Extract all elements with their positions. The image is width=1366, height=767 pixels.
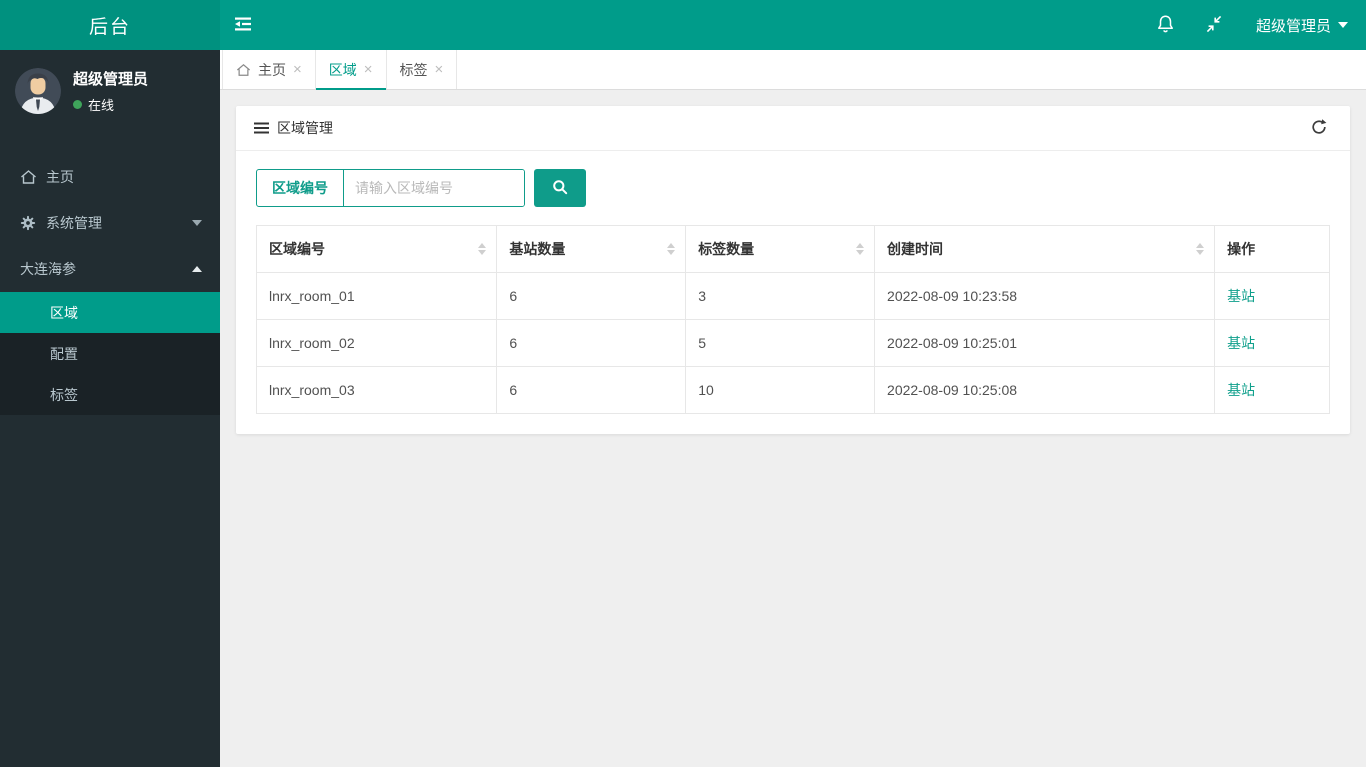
col-station-count: 基站数量	[496, 225, 687, 273]
sidebar-subitem-region[interactable]: 区域	[0, 292, 220, 333]
fullscreen-button[interactable]	[1190, 0, 1238, 50]
sidebar-item-dalian[interactable]: 大连海参	[0, 246, 220, 292]
refresh-icon	[1310, 118, 1328, 139]
sidebar-item-home[interactable]: 主页	[0, 154, 220, 200]
sidebar: 超级管理员 在线 主页 系统管理 大连海参 区域 配置 标签	[0, 50, 220, 767]
search-row: 区域编号	[256, 169, 1330, 207]
tab-label: 标签	[399, 61, 428, 78]
tab-label: 区域	[328, 61, 357, 78]
col-actions: 操作	[1214, 225, 1330, 273]
tab-tag[interactable]: 标签 ×	[387, 50, 458, 89]
sidebar-subitem-label: 标签	[50, 386, 78, 403]
compress-icon	[1205, 15, 1223, 36]
panel-header: 区域管理	[236, 106, 1350, 151]
list-icon	[254, 122, 269, 134]
cell-tag-count: 10	[685, 366, 876, 414]
col-tag-count: 标签数量	[685, 225, 876, 273]
sidebar-item-label: 主页	[46, 169, 74, 185]
navbar-right: 超级管理员	[1141, 0, 1366, 50]
avatar[interactable]	[15, 68, 61, 114]
navbar: 超级管理员	[220, 0, 1366, 50]
sidebar-item-system[interactable]: 系统管理	[0, 200, 220, 246]
cell-tag-count: 3	[685, 272, 876, 320]
user-menu[interactable]: 超级管理员	[1238, 0, 1366, 50]
close-icon[interactable]: ×	[435, 62, 444, 77]
main-content: 主页 × 区域 × 标签 × 区域管理 区域编号 请输入区域编号 区域编号 基站…	[220, 50, 1366, 767]
panel-body: 区域编号 区域编号	[236, 151, 1350, 434]
online-status-label: 在线	[88, 98, 115, 113]
gear-icon	[20, 215, 37, 231]
col-region-code: 区域编号	[255, 225, 498, 273]
sidebar-user-name: 超级管理员	[73, 71, 149, 88]
notifications-button[interactable]	[1141, 0, 1190, 50]
base-station-link[interactable]: 基站	[1227, 335, 1255, 351]
base-station-link[interactable]: 基站	[1227, 288, 1255, 304]
cell-station-count: 6	[496, 366, 687, 414]
cell-region-code: lnrx_room_02	[255, 319, 498, 367]
region-code-input[interactable]	[344, 170, 524, 206]
search-input-group: 区域编号	[256, 169, 525, 207]
bell-icon	[1156, 14, 1175, 37]
cell-region-code: lnrx_room_03	[255, 366, 498, 414]
caret-down-icon	[192, 220, 202, 226]
close-icon[interactable]: ×	[293, 62, 302, 77]
cell-station-count: 6	[496, 272, 687, 320]
top-header: 后台 超级管理员	[0, 0, 1366, 50]
sidebar-item-label: 系统管理	[46, 215, 102, 231]
sidebar-subitem-label: 配置	[50, 345, 78, 362]
sidebar-menu: 主页 系统管理 大连海参	[0, 154, 220, 292]
sidebar-user-status: 在线	[73, 95, 148, 114]
table-row: lnrx_room_01 6 3 2022-08-09 10:23:58 基站	[255, 272, 1330, 320]
brand-title: 后台	[88, 16, 131, 38]
search-icon	[552, 179, 568, 198]
tab-home[interactable]: 主页 ×	[222, 50, 316, 89]
sort-icon[interactable]	[667, 243, 676, 255]
cell-tag-count: 5	[685, 319, 876, 367]
brand-logo[interactable]: 后台	[0, 0, 220, 50]
sidebar-item-label: 大连海参	[20, 261, 76, 277]
base-station-link[interactable]: 基站	[1227, 382, 1255, 398]
table-header-row: 区域编号 基站数量 标签数量 创建时间 操作	[255, 225, 1330, 273]
sidebar-user-panel: 超级管理员 在线	[0, 50, 220, 136]
region-table: 区域编号 基站数量 标签数量 创建时间 操作 lnrx_room_01 6 3 …	[255, 225, 1330, 414]
close-icon[interactable]: ×	[364, 62, 373, 77]
sidebar-subitem-config[interactable]: 配置	[0, 333, 220, 374]
panel-title: 区域管理	[277, 120, 333, 136]
cell-created-time: 2022-08-09 10:23:58	[874, 272, 1216, 320]
cell-station-count: 6	[496, 319, 687, 367]
sidebar-subitem-tag[interactable]: 标签	[0, 374, 220, 415]
cell-region-code: lnrx_room_01	[255, 272, 498, 320]
home-icon	[236, 63, 251, 77]
sort-icon[interactable]	[856, 243, 865, 255]
cell-created-time: 2022-08-09 10:25:01	[874, 319, 1216, 367]
sort-icon[interactable]	[478, 243, 487, 255]
sidebar-submenu: 区域 配置 标签	[0, 292, 220, 415]
caret-up-icon	[192, 266, 202, 272]
outdent-icon	[233, 16, 253, 35]
sidebar-user-info: 超级管理员 在线	[73, 68, 148, 114]
home-icon	[20, 169, 37, 185]
user-menu-label: 超级管理员	[1255, 17, 1331, 35]
cell-actions: 基站	[1214, 366, 1330, 414]
tab-label: 主页	[258, 61, 286, 78]
col-created-time: 创建时间	[874, 225, 1216, 273]
cell-created-time: 2022-08-09 10:25:08	[874, 366, 1216, 414]
cell-actions: 基站	[1214, 272, 1330, 320]
tab-bar: 主页 × 区域 × 标签 ×	[220, 50, 1366, 90]
refresh-button[interactable]	[1306, 114, 1332, 143]
search-field-label: 区域编号	[257, 170, 344, 206]
table-row: lnrx_room_03 6 10 2022-08-09 10:25:08 基站	[255, 366, 1330, 414]
search-button[interactable]	[534, 169, 586, 207]
sidebar-toggle-button[interactable]	[220, 0, 266, 50]
region-panel: 区域管理 区域编号 请输入区域编号 区域编号 基站数量 标签数量 创建时间 操作…	[236, 106, 1350, 434]
cell-actions: 基站	[1214, 319, 1330, 367]
sort-icon[interactable]	[1196, 243, 1205, 255]
caret-down-icon	[1338, 22, 1348, 28]
tab-region[interactable]: 区域 ×	[315, 50, 387, 90]
online-status-dot	[73, 100, 82, 109]
table-row: lnrx_room_02 6 5 2022-08-09 10:25:01 基站	[255, 319, 1330, 367]
sidebar-subitem-label: 区域	[50, 304, 78, 321]
